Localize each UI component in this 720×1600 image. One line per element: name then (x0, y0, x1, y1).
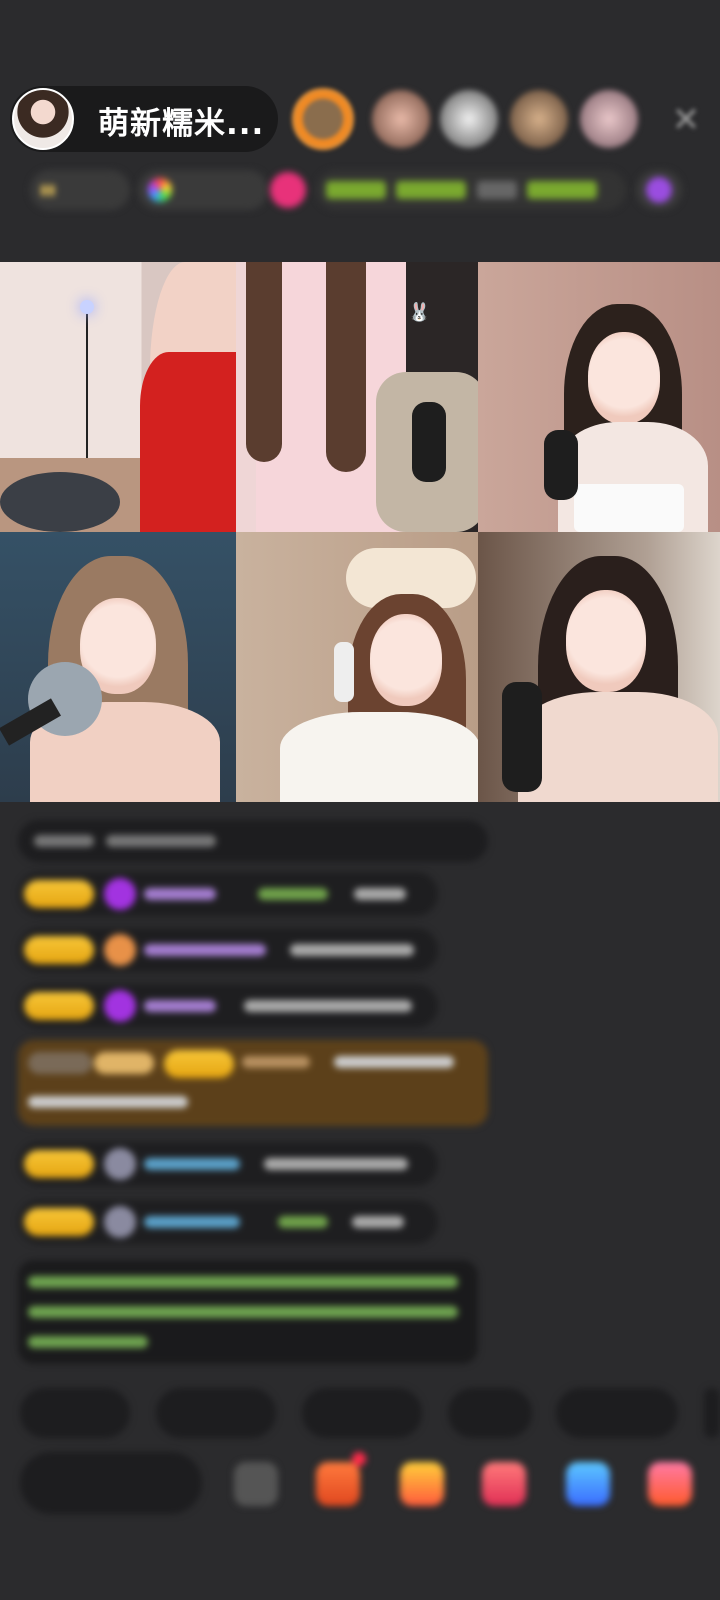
bunny-light-icon: 🐰 (408, 302, 431, 323)
quick-reply-5[interactable] (556, 1388, 678, 1438)
microphone-icon (544, 430, 578, 500)
ring-light-icon (80, 300, 94, 314)
info-chip-gift[interactable] (270, 172, 306, 208)
host-avatar[interactable] (12, 88, 74, 150)
host-name: 萌新糯米... (98, 106, 265, 142)
info-chip-tags[interactable] (316, 170, 626, 210)
close-icon[interactable]: ✕ (670, 103, 702, 137)
chat-system-notice (18, 820, 488, 862)
microphone-icon (502, 682, 542, 792)
chat-message[interactable] (18, 1142, 438, 1186)
notification-dot (352, 1452, 366, 1466)
guest-video-2[interactable]: 🐰 (236, 262, 478, 532)
top-viewer-avatar-4[interactable] (510, 90, 568, 148)
info-chip-rank[interactable]: ▮▮ (30, 170, 130, 210)
gem-badge-icon (104, 878, 136, 910)
guest-video-6[interactable] (478, 532, 720, 802)
gem-badge-icon (104, 990, 136, 1022)
gift-box-icon[interactable] (316, 1452, 366, 1506)
chat-highlight-message[interactable] (18, 1040, 488, 1126)
quick-reply-4[interactable] (448, 1388, 532, 1438)
chat-system-rules (18, 1260, 478, 1364)
guest-video-1[interactable] (0, 262, 236, 532)
quick-reply-2[interactable] (156, 1388, 276, 1438)
guest-video-5[interactable] (236, 532, 478, 802)
chat-message[interactable] (18, 984, 438, 1028)
heart-badge-icon (104, 934, 136, 966)
host-info-pill[interactable]: 萌新糯米... (10, 86, 278, 152)
say-something-input[interactable] (20, 1452, 202, 1514)
guest-video-3[interactable] (478, 262, 720, 532)
chat-message[interactable] (18, 928, 438, 972)
top-viewer-avatar-5[interactable] (580, 90, 638, 148)
info-chip-more[interactable] (636, 170, 682, 210)
fan-club-icon[interactable] (400, 1462, 444, 1506)
quick-reply-6[interactable] (704, 1388, 720, 1438)
guest-video-4[interactable] (0, 532, 236, 802)
avatar (104, 1148, 136, 1180)
red-envelope-icon[interactable] (482, 1462, 526, 1506)
quick-reply-3[interactable] (302, 1388, 422, 1438)
info-chip-popularity[interactable] (138, 170, 268, 210)
top-viewer-avatar-3[interactable] (440, 90, 498, 148)
top-viewer-avatar-1[interactable] (292, 88, 354, 150)
emoji-icon[interactable] (234, 1462, 278, 1506)
top-viewer-avatar-2[interactable] (372, 90, 430, 148)
quick-reply-1[interactable] (20, 1388, 130, 1438)
chat-message[interactable] (18, 1200, 438, 1244)
chat-message[interactable] (18, 872, 438, 916)
game-icon[interactable] (566, 1462, 610, 1506)
multi-guest-video-grid: 🐰 (0, 262, 720, 802)
avatar (104, 1206, 136, 1238)
more-icon[interactable] (648, 1462, 692, 1506)
microphone-icon (412, 402, 446, 482)
light-stand (86, 302, 88, 472)
